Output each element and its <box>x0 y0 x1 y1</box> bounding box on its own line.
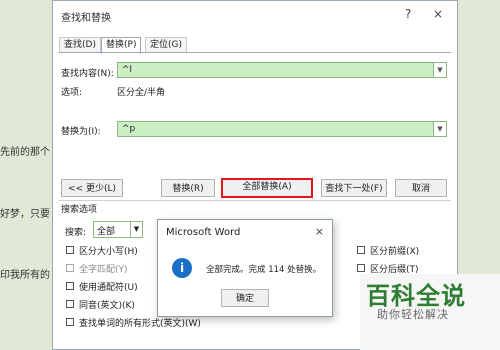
checkbox-whole-word <box>66 264 74 272</box>
replace-all-button[interactable]: 全部替换(A) <box>221 178 313 198</box>
document-text-line-2: 好梦，只要 <box>0 209 50 220</box>
tab-find[interactable]: 查找(D) <box>59 37 101 53</box>
checkbox-match-prefix-label[interactable]: 区分前缀(X) <box>370 244 419 257</box>
document-text-line-3: 印我所有的 <box>0 270 50 281</box>
replace-input-value: ^p <box>122 124 136 134</box>
options-value: 区分全/半角 <box>117 88 166 98</box>
help-button[interactable]: ? <box>405 7 411 21</box>
find-input-value: ^l <box>122 65 133 75</box>
search-label: 搜索: <box>65 228 87 238</box>
search-direction-select[interactable]: 全部 ▼ <box>93 221 143 238</box>
replace-dropdown-icon[interactable]: ▼ <box>433 122 446 136</box>
completion-message-box: Microsoft Word × i 全部完成。完成 114 处替换。 确定 <box>157 219 333 317</box>
document-text-line-1: 先前的那个 <box>0 147 50 158</box>
tab-goto[interactable]: 定位(G) <box>145 37 187 53</box>
less-button[interactable]: << 更少(L) <box>61 179 123 197</box>
find-next-button[interactable]: 查找下一处(F) <box>321 179 387 197</box>
watermark-subtitle: 助你轻松解决 <box>377 308 449 321</box>
dialog-titlebar[interactable]: 查找和替换 ? × <box>53 1 457 29</box>
checkbox-wildcards-label[interactable]: 使用通配符(U) <box>79 280 138 293</box>
ok-button[interactable]: 确定 <box>221 289 269 307</box>
checkbox-sounds-like-label[interactable]: 同音(英文)(K) <box>79 298 135 311</box>
find-dropdown-icon[interactable]: ▼ <box>433 63 446 77</box>
checkbox-match-case-label[interactable]: 区分大小写(H) <box>79 244 138 257</box>
checkbox-wildcards[interactable] <box>66 282 74 290</box>
options-label: 选项: <box>61 88 83 98</box>
search-direction-value: 全部 <box>97 227 116 237</box>
watermark: 百科全说 助你轻松解决 <box>360 274 500 350</box>
dialog-title: 查找和替换 <box>61 13 111 24</box>
info-icon: i <box>172 258 192 278</box>
chevron-down-icon: ▼ <box>130 222 142 237</box>
checkbox-match-suffix[interactable] <box>357 264 365 272</box>
replace-label: 替换为(I): <box>61 127 101 137</box>
message-box-close-button[interactable]: × <box>315 225 324 238</box>
replace-input[interactable]: ^p ▼ <box>117 121 447 137</box>
search-options: 搜索选项 搜索: 全部 ▼ 区分大小写(H) 全字匹配(Y) 使用通配符(U) … <box>59 200 451 329</box>
find-input[interactable]: ^l ▼ <box>117 62 447 78</box>
checkbox-match-case[interactable] <box>66 246 74 254</box>
checkbox-sounds-like[interactable] <box>66 300 74 308</box>
checkbox-all-word-forms-label[interactable]: 查找单词的所有形式(英文)(W) <box>79 316 201 329</box>
search-options-title: 搜索选项 <box>61 205 98 215</box>
message-box-title: Microsoft Word <box>166 227 241 238</box>
checkbox-whole-word-label: 全字匹配(Y) <box>79 265 128 275</box>
checkbox-all-word-forms[interactable] <box>66 318 74 326</box>
checkbox-match-prefix[interactable] <box>357 246 365 254</box>
close-button[interactable]: × <box>433 7 443 21</box>
cancel-button[interactable]: 取消 <box>395 179 447 197</box>
message-text: 全部完成。完成 114 处替换。 <box>206 265 322 275</box>
find-label: 查找内容(N): <box>61 69 114 79</box>
replace-button[interactable]: 替换(R) <box>161 179 215 197</box>
